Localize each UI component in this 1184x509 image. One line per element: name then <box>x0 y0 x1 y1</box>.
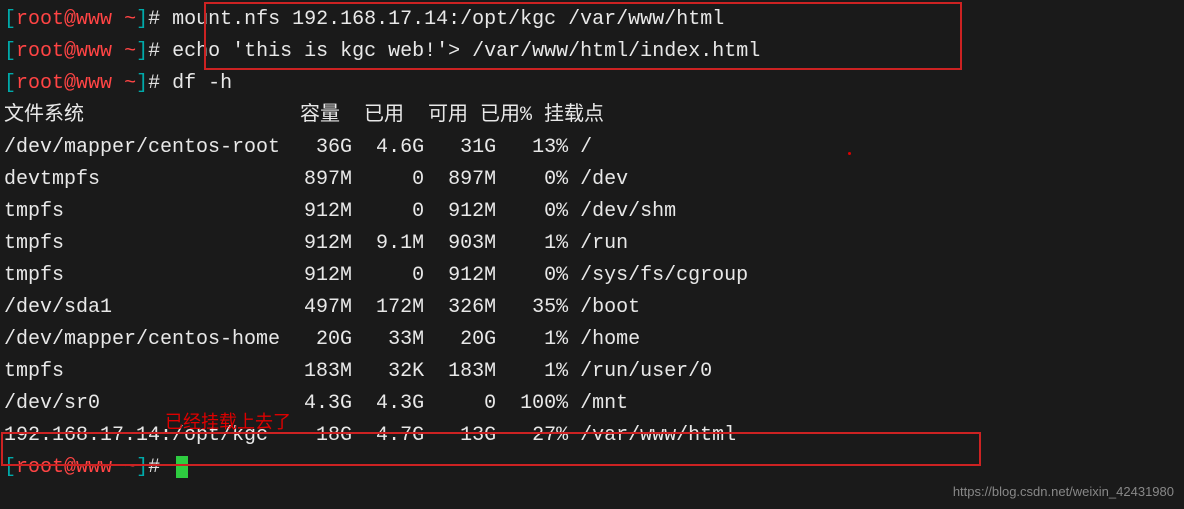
command-1: mount.nfs 192.168.17.14:/opt/kgc /var/ww… <box>172 8 724 31</box>
at: @ <box>64 8 76 31</box>
df-row: tmpfs 912M 9.1M 903M 1% /run <box>4 228 1180 260</box>
hash: # <box>148 8 172 31</box>
tilde: ~ <box>112 8 136 31</box>
df-row: /dev/sda1 497M 172M 326M 35% /boot <box>4 292 1180 324</box>
df-row: tmpfs 912M 0 912M 0% /sys/fs/cgroup <box>4 260 1180 292</box>
command-2: echo 'this is kgc web!'> /var/www/html/i… <box>172 40 760 63</box>
prompt-line-2: [root@www ~]# echo 'this is kgc web!'> /… <box>4 36 1180 68</box>
annotation-text: 已经挂载上去了 <box>165 408 291 437</box>
user: root <box>16 8 64 31</box>
df-header: 文件系统 容量 已用 可用 已用% 挂载点 <box>4 100 1180 132</box>
df-row: tmpfs 912M 0 912M 0% /dev/shm <box>4 196 1180 228</box>
df-row: /dev/mapper/centos-home 20G 33M 20G 1% /… <box>4 324 1180 356</box>
df-row: /dev/mapper/centos-root 36G 4.6G 31G 13%… <box>4 132 1180 164</box>
prompt-line-1: [root@www ~]# mount.nfs 192.168.17.14:/o… <box>4 4 1180 36</box>
host: www <box>76 8 112 31</box>
bracket-open: [ <box>4 8 16 31</box>
cursor[interactable] <box>176 456 188 478</box>
bracket-close: ] <box>136 8 148 31</box>
prompt-line-3: [root@www ~]# df -h <box>4 68 1180 100</box>
df-row: devtmpfs 897M 0 897M 0% /dev <box>4 164 1180 196</box>
command-3: df -h <box>172 72 232 95</box>
red-dot <box>848 152 851 155</box>
watermark: https://blog.csdn.net/weixin_42431980 <box>953 482 1174 503</box>
prompt-line-4: [root@www ~]# <box>4 452 1180 484</box>
df-row: tmpfs 183M 32K 183M 1% /run/user/0 <box>4 356 1180 388</box>
